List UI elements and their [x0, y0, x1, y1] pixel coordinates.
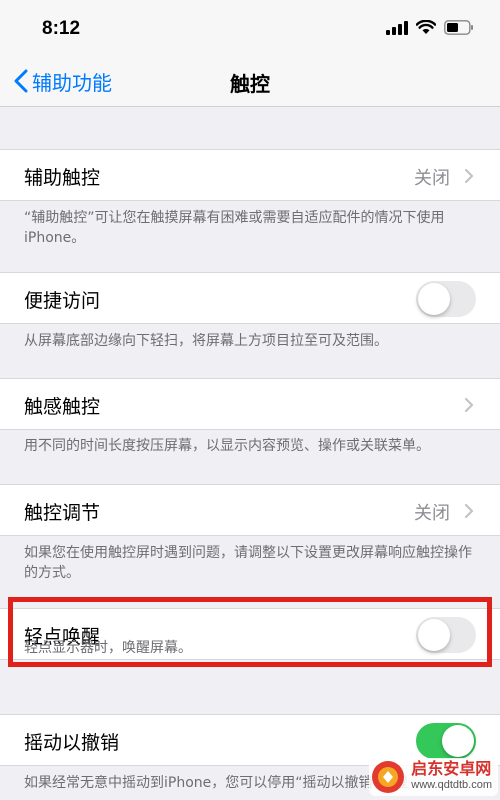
watermark: 启东安卓网 www.qdtdtb.com	[369, 758, 498, 796]
chevron-right-icon	[464, 397, 474, 413]
page-title: 触控	[230, 72, 270, 96]
row-label: 触控调节	[24, 502, 101, 524]
reachability-row: 便捷访问	[0, 272, 500, 324]
highlight-box	[8, 597, 492, 667]
chevron-right-icon	[464, 168, 474, 184]
row-label: 触感触控	[24, 396, 101, 418]
status-bar: 8:12	[0, 0, 500, 56]
signal-icon	[386, 20, 408, 35]
reachability-toggle[interactable]	[416, 281, 476, 317]
haptic-touch-row[interactable]: 触感触控	[0, 378, 500, 430]
assistive-touch-row[interactable]: 辅助触控 关闭	[0, 149, 500, 201]
row-value: 关闭	[414, 503, 450, 524]
watermark-url: www.qdtdtb.com	[411, 779, 492, 791]
row-label: 辅助触控	[24, 167, 101, 189]
battery-icon	[444, 20, 473, 35]
row-value: 关闭	[414, 168, 450, 189]
touch-accommodations-footer: 如果您在使用触控屏时遇到问题，请调整以下设置更改屏幕响应触控操作的方式。	[24, 545, 472, 581]
logo-icon	[372, 761, 405, 793]
shake-to-undo-toggle[interactable]	[416, 723, 476, 759]
toggle-knob	[418, 283, 450, 315]
haptic-touch-footer: 用不同的时间长度按压屏幕，以显示内容预览、操作或关联菜单。	[24, 438, 430, 454]
touch-accommodations-row[interactable]: 触控调节 关闭	[0, 484, 500, 536]
status-time: 8:12	[42, 18, 81, 39]
toggle-knob	[442, 725, 474, 757]
reachability-footer: 从屏幕底部边缘向下轻扫，将屏幕上方项目拉至可及范围。	[24, 333, 388, 349]
nav-bar: 辅助功能 触控	[0, 56, 500, 107]
wifi-icon	[416, 20, 436, 34]
chevron-right-icon	[464, 503, 474, 519]
row-label: 便捷访问	[24, 290, 101, 312]
row-label: 摇动以撤销	[24, 732, 120, 754]
status-icons	[386, 20, 474, 35]
assistive-touch-footer: “辅助触控”可让您在触摸屏幕有困难或需要自适应配件的情况下使用iPhone。	[24, 210, 445, 246]
watermark-title: 启东安卓网	[411, 759, 492, 778]
